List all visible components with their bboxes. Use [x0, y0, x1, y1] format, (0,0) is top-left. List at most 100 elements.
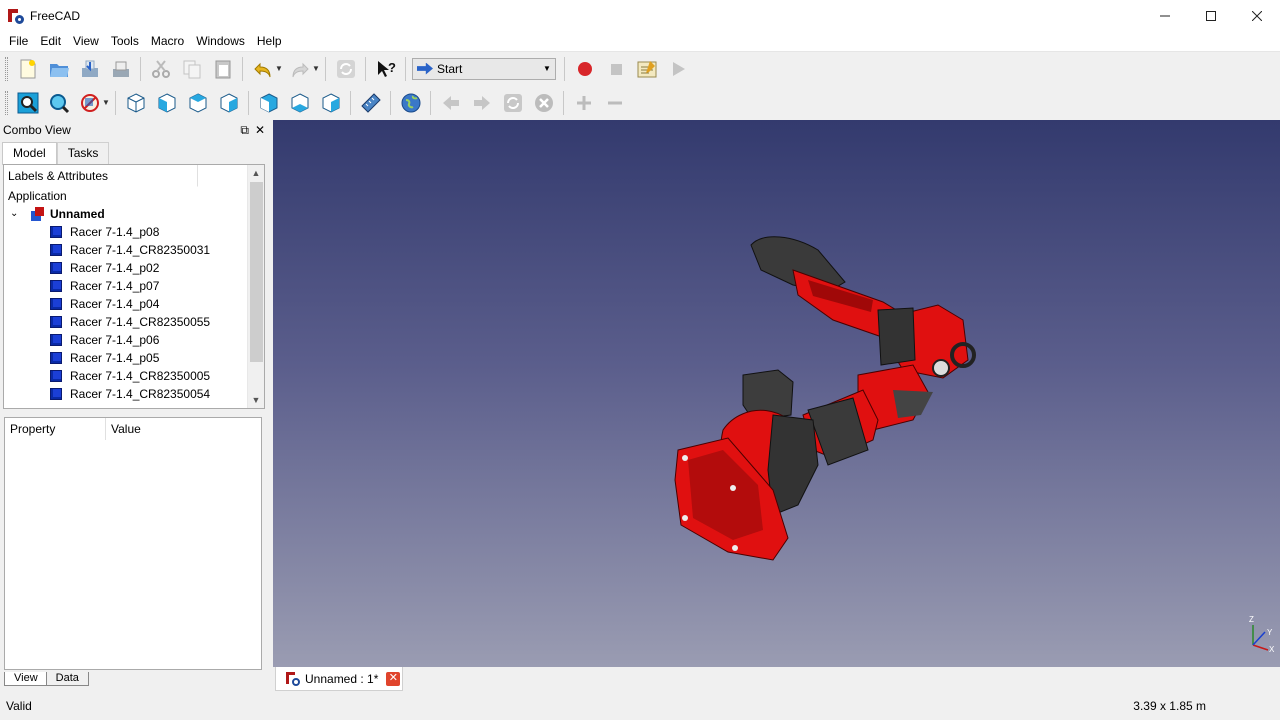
fit-selection-button[interactable] [43, 89, 74, 117]
toolbar-separator [430, 90, 431, 115]
scroll-up-icon[interactable]: ▲ [248, 165, 264, 181]
record-macro-button[interactable] [569, 55, 600, 83]
property-header: Property Value [5, 418, 261, 440]
stop-macro-icon [610, 63, 622, 75]
tree-item[interactable]: Racer 7-1.4_CR82350054 [4, 385, 264, 403]
left-view-button[interactable] [315, 89, 346, 117]
tree-item[interactable]: Racer 7-1.4_p04 [4, 295, 264, 313]
whats-this-button[interactable]: ? [370, 55, 401, 83]
open-file-button[interactable] [43, 55, 74, 83]
back-button[interactable] [435, 89, 466, 117]
property-view: Property Value [4, 417, 262, 670]
new-file-button[interactable] [12, 55, 43, 83]
zoom-in-button[interactable] [568, 89, 599, 117]
tree-item[interactable]: Racer 7-1.4_p06 [4, 331, 264, 349]
document-tab[interactable]: Unnamed : 1* ✕ [275, 667, 403, 691]
tab-model[interactable]: Model [2, 142, 57, 165]
tab-view[interactable]: View [4, 672, 48, 686]
scroll-down-icon[interactable]: ▼ [248, 392, 264, 408]
combo-view-title-bar: Combo View ⧉ ✕ [0, 120, 269, 140]
tree-item[interactable]: Racer 7-1.4_CR82350055 [4, 313, 264, 331]
status-bar: Valid 3.39 x 1.85 m [0, 692, 1280, 720]
tab-tasks[interactable]: Tasks [56, 142, 110, 164]
right-view-button[interactable] [213, 89, 244, 117]
forward-button[interactable] [466, 89, 497, 117]
menu-view[interactable]: View [67, 31, 105, 51]
macros-edit-button[interactable] [631, 55, 662, 83]
scroll-thumb[interactable] [250, 182, 263, 362]
tree-item-label: Racer 7-1.4_p05 [70, 351, 160, 365]
paste-button[interactable] [207, 55, 238, 83]
toolbar-separator [242, 56, 243, 81]
close-icon[interactable]: ✕ [386, 671, 401, 686]
save-as-icon [112, 61, 129, 77]
menu-edit[interactable]: Edit [34, 31, 67, 51]
property-column-header[interactable]: Property [5, 418, 106, 440]
tree-item[interactable]: Racer 7-1.4_CR82350031 [4, 241, 264, 259]
tree-item[interactable]: Racer 7-1.4_CR82350005 [4, 367, 264, 385]
menu-file[interactable]: File [3, 31, 34, 51]
toolbar-separator [140, 56, 141, 81]
refresh-button[interactable] [330, 55, 361, 83]
tree-item[interactable]: Racer 7-1.4_p02 [4, 259, 264, 277]
tree-scrollbar[interactable]: ▲ ▼ [247, 165, 264, 408]
part-cube-icon [50, 244, 62, 256]
model-tree: Labels & Attributes Application ⌄ Unname… [3, 164, 265, 409]
tree-item[interactable]: Racer 7-1.4_p07 [4, 277, 264, 295]
workbench-select[interactable]: Start ▼ [412, 57, 556, 80]
tree-item[interactable]: Racer 7-1.4_p08 [4, 223, 264, 241]
measure-distance-button[interactable] [355, 89, 386, 117]
combo-view-title: Combo View [3, 123, 71, 137]
top-view-button[interactable] [182, 89, 213, 117]
execute-macro-button[interactable] [662, 55, 693, 83]
tab-data[interactable]: Data [45, 672, 89, 686]
bottom-view-button[interactable] [284, 89, 315, 117]
3d-viewport[interactable]: Z Y X [273, 120, 1280, 667]
rear-view-button[interactable] [253, 89, 284, 117]
front-view-button[interactable] [151, 89, 182, 117]
document-icon [31, 207, 45, 221]
minimize-button[interactable] [1142, 0, 1188, 31]
toolbar-separator [350, 90, 351, 115]
workbench-arrow-icon [417, 62, 433, 75]
close-panel-icon[interactable]: ✕ [255, 123, 265, 138]
value-column-header[interactable]: Value [106, 418, 141, 440]
toolbar-separator [563, 90, 564, 115]
tree-column-header[interactable]: Labels & Attributes [4, 165, 198, 187]
web-button[interactable] [395, 89, 426, 117]
redo-icon [292, 62, 309, 77]
fit-all-button[interactable] [12, 89, 43, 117]
menu-tools[interactable]: Tools [105, 31, 145, 51]
undock-icon[interactable]: ⧉ [240, 123, 249, 138]
close-window-button[interactable] [1234, 0, 1280, 31]
stop-macro-button[interactable] [600, 55, 631, 83]
isometric-view-button[interactable] [120, 89, 151, 117]
title-bar: FreeCAD [0, 0, 1280, 31]
maximize-button[interactable] [1188, 0, 1234, 31]
zoom-out-button[interactable] [599, 89, 630, 117]
copy-button[interactable] [176, 55, 207, 83]
document-label: Unnamed [50, 207, 105, 221]
undo-button[interactable] [247, 55, 278, 83]
save-as-button[interactable] [105, 55, 136, 83]
front-view-icon [158, 92, 175, 113]
menu-help[interactable]: Help [251, 31, 288, 51]
menu-windows[interactable]: Windows [190, 31, 251, 51]
toolbar-grip[interactable] [5, 56, 8, 81]
redo-button[interactable] [284, 55, 315, 83]
file-toolbar: ▼ ▼ ? Start ▼ [0, 51, 1280, 85]
web-refresh-button[interactable] [497, 89, 528, 117]
combo-tabs: Model Tasks [2, 142, 110, 165]
chevron-down-icon[interactable]: ⌄ [10, 205, 18, 223]
tree-row-document[interactable]: ⌄ Unnamed [4, 205, 264, 223]
chevron-down-icon: ▼ [543, 64, 551, 73]
toolbar-grip[interactable] [5, 90, 8, 115]
tree-row-application[interactable]: Application [4, 187, 264, 205]
tree-item[interactable]: Racer 7-1.4_p05 [4, 349, 264, 367]
web-stop-button[interactable] [528, 89, 559, 117]
save-button[interactable] [74, 55, 105, 83]
menu-macro[interactable]: Macro [145, 31, 190, 51]
draw-style-button[interactable] [74, 89, 105, 117]
fit-all-icon [17, 92, 38, 113]
cut-button[interactable] [145, 55, 176, 83]
